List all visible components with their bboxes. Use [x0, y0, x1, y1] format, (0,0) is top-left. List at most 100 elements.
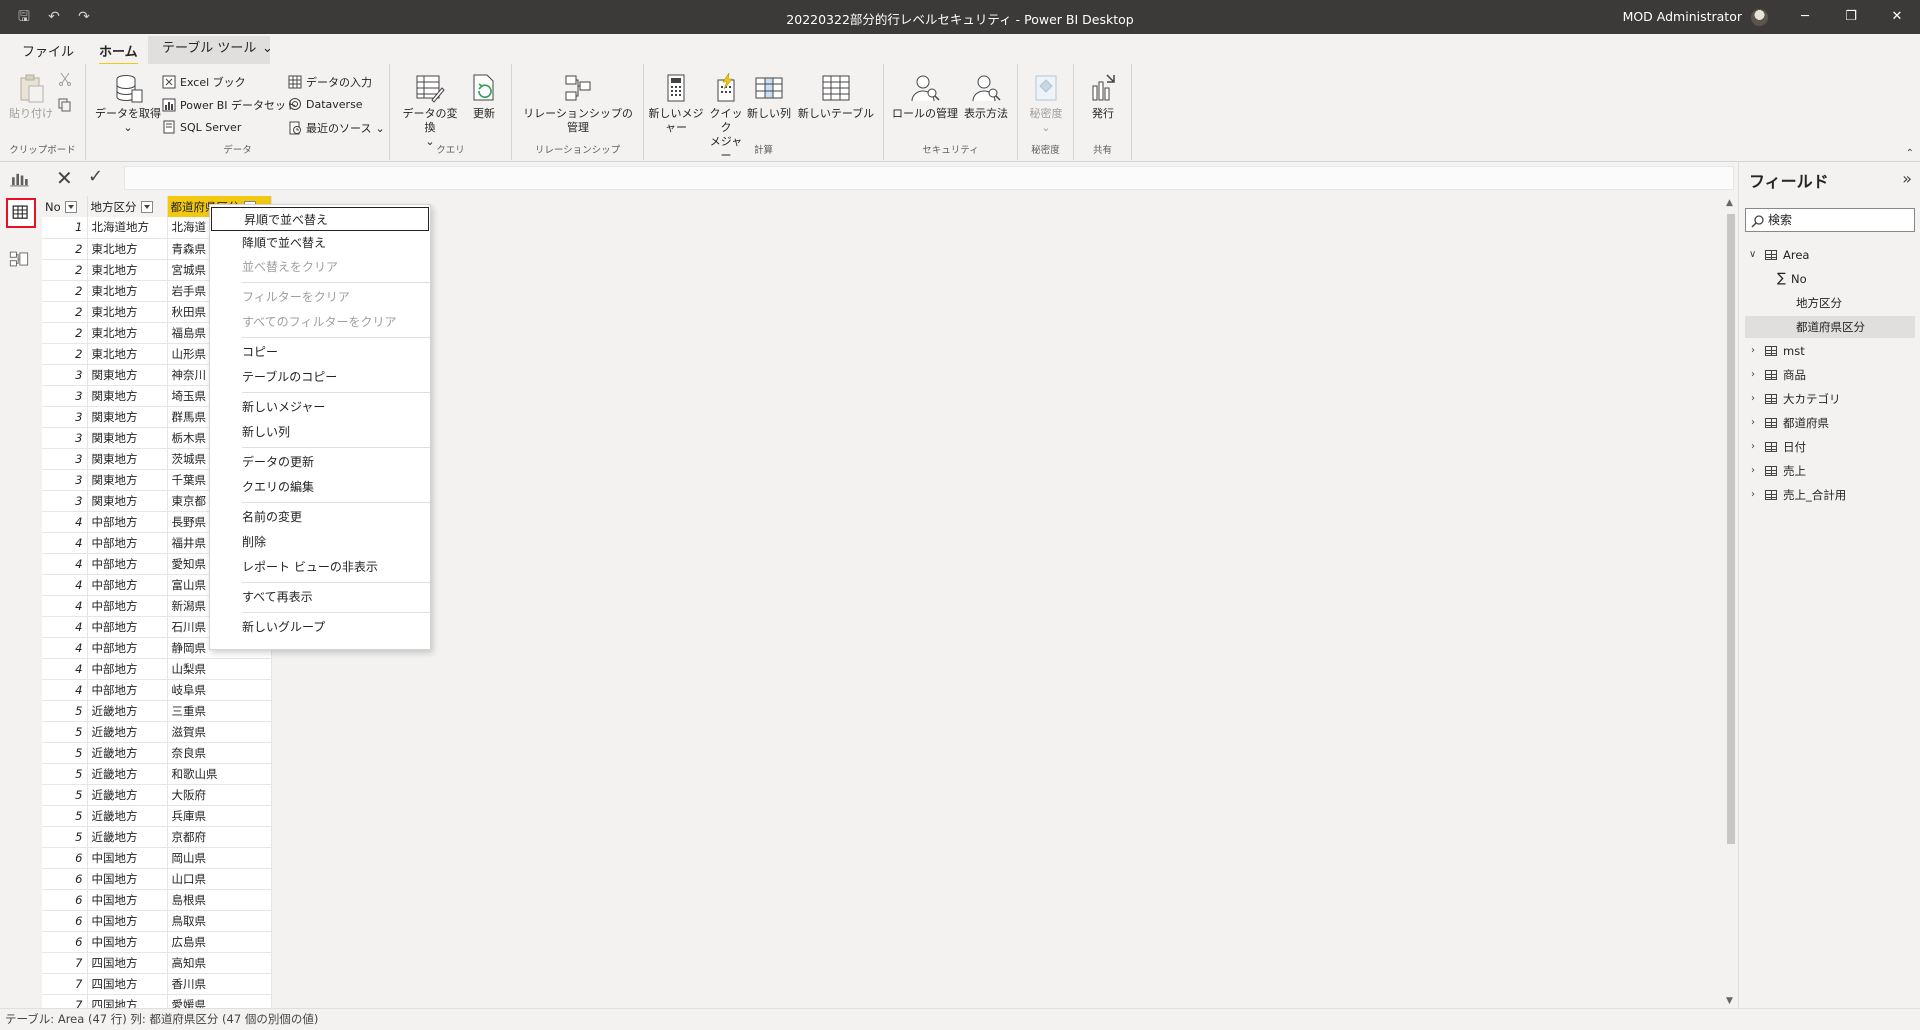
menu-item-refresh-data[interactable]: データの更新	[210, 450, 430, 474]
copy-icon[interactable]	[58, 98, 72, 112]
chevron-right-icon[interactable]: ›	[1751, 484, 1755, 506]
cell-region[interactable]: 中部地方	[87, 637, 168, 659]
chevron-right-icon[interactable]: ›	[1751, 340, 1755, 362]
field-table-item[interactable]: › 売上	[1739, 460, 1919, 482]
cell-no[interactable]: 4	[42, 574, 88, 596]
cell-no[interactable]: 2	[42, 343, 88, 365]
chevron-down-icon[interactable]: ∨	[1749, 244, 1756, 266]
table-row[interactable]: 4 中部地方 山梨県	[42, 658, 272, 680]
cell-no[interactable]: 5	[42, 763, 88, 785]
cell-no[interactable]: 5	[42, 742, 88, 764]
user-name[interactable]: MOD Administrator	[1623, 9, 1742, 24]
menu-item-edit-query[interactable]: クエリの編集	[210, 475, 430, 499]
field-no[interactable]: ∑ No	[1739, 268, 1919, 290]
cancel-formula-icon[interactable]: ✕	[56, 166, 73, 190]
menu-item-delete[interactable]: 削除	[210, 530, 430, 554]
paste-button[interactable]: 貼り付け	[8, 72, 54, 121]
cell-prefecture[interactable]: 鳥取県	[167, 910, 272, 932]
cell-region[interactable]: 中部地方	[87, 511, 168, 533]
field-table-area[interactable]: ∨ Area	[1739, 244, 1919, 266]
excel-workbook-button[interactable]: Excel ブック	[162, 74, 246, 90]
cell-no[interactable]: 6	[42, 910, 88, 932]
cell-region[interactable]: 関東地方	[87, 406, 168, 428]
cell-region[interactable]: 東北地方	[87, 322, 168, 344]
transform-data-button[interactable]: データの変換 ⌄	[398, 72, 462, 149]
tab-home[interactable]: ホーム	[99, 41, 138, 65]
table-row[interactable]: 6 中国地方 鳥取県	[42, 910, 272, 932]
filter-dropdown-icon[interactable]	[140, 201, 153, 213]
menu-item-clear-all-filters[interactable]: すべてのフィルターをクリア	[210, 310, 430, 334]
cell-no[interactable]: 1	[42, 217, 88, 239]
cell-region[interactable]: 関東地方	[87, 490, 168, 512]
cell-no[interactable]: 5	[42, 784, 88, 806]
cell-region[interactable]: 東北地方	[87, 343, 168, 365]
data-view-button[interactable]	[6, 198, 36, 228]
table-row[interactable]: 5 近畿地方 和歌山県	[42, 763, 272, 785]
cell-prefecture[interactable]: 高知県	[167, 952, 272, 974]
cell-prefecture[interactable]: 香川県	[167, 973, 272, 995]
cell-region[interactable]: 四国地方	[87, 973, 168, 995]
cell-prefecture[interactable]: 三重県	[167, 700, 272, 722]
cell-region[interactable]: 近畿地方	[87, 805, 168, 827]
cell-no[interactable]: 5	[42, 721, 88, 743]
get-data-button[interactable]: データを取得 ⌄	[94, 72, 162, 135]
cell-region[interactable]: 中国地方	[87, 910, 168, 932]
menu-item-rename[interactable]: 名前の変更	[210, 505, 430, 529]
table-row[interactable]: 6 中国地方 岡山県	[42, 847, 272, 869]
cell-region[interactable]: 四国地方	[87, 952, 168, 974]
enter-data-button[interactable]: データの入力	[288, 74, 372, 90]
cell-region[interactable]: 中部地方	[87, 532, 168, 554]
cell-no[interactable]: 5	[42, 805, 88, 827]
report-view-button[interactable]	[6, 166, 36, 196]
close-button[interactable]: ✕	[1874, 0, 1920, 34]
cell-region[interactable]: 近畿地方	[87, 742, 168, 764]
table-row[interactable]: 6 中国地方 島根県	[42, 889, 272, 911]
cell-region[interactable]: 近畿地方	[87, 826, 168, 848]
cell-no[interactable]: 4	[42, 616, 88, 638]
cell-no[interactable]: 3	[42, 427, 88, 449]
cell-no[interactable]: 6	[42, 889, 88, 911]
chevron-right-icon[interactable]: ›	[1751, 388, 1755, 410]
cell-region[interactable]: 中部地方	[87, 679, 168, 701]
cell-prefecture[interactable]: 島根県	[167, 889, 272, 911]
chevron-right-icon[interactable]: ›	[1751, 412, 1755, 434]
commit-formula-icon[interactable]: ✓	[88, 166, 103, 187]
field-prefecture[interactable]: 都道府県区分	[1745, 316, 1915, 338]
new-table-button[interactable]: 新しいテーブル	[794, 72, 878, 121]
menu-item-hide-in-report-view[interactable]: レポート ビューの非表示	[210, 555, 430, 579]
menu-item-copy[interactable]: コピー	[210, 340, 430, 364]
collapse-pane-icon[interactable]: »	[1902, 169, 1912, 188]
cell-region[interactable]: 北海道地方	[87, 217, 168, 239]
collapse-ribbon-icon[interactable]: ⌃	[1906, 148, 1914, 159]
cell-prefecture[interactable]: 兵庫県	[167, 805, 272, 827]
cell-region[interactable]: 東北地方	[87, 238, 168, 260]
cell-no[interactable]: 2	[42, 280, 88, 302]
filter-dropdown-icon[interactable]	[64, 201, 77, 213]
menu-item-copy-table[interactable]: テーブルのコピー	[210, 365, 430, 389]
table-row[interactable]: 4 中部地方 岐阜県	[42, 679, 272, 701]
table-row[interactable]: 5 近畿地方 大阪府	[42, 784, 272, 806]
model-view-button[interactable]	[6, 246, 36, 276]
cell-prefecture[interactable]: 奈良県	[167, 742, 272, 764]
field-table-item[interactable]: › mst	[1739, 340, 1919, 362]
cell-prefecture[interactable]: 広島県	[167, 931, 272, 953]
table-row[interactable]: 7 四国地方 香川県	[42, 973, 272, 995]
table-row[interactable]: 5 近畿地方 奈良県	[42, 742, 272, 764]
scroll-up-icon[interactable]: ▲	[1726, 198, 1733, 208]
cell-no[interactable]: 3	[42, 448, 88, 470]
cell-no[interactable]: 4	[42, 553, 88, 575]
manage-relationships-button[interactable]: リレーションシップの管理	[520, 72, 636, 135]
cell-no[interactable]: 2	[42, 301, 88, 323]
restore-button[interactable]: ❐	[1828, 0, 1874, 34]
formula-input[interactable]	[124, 166, 1734, 190]
table-row[interactable]: 7 四国地方 高知県	[42, 952, 272, 974]
cell-region[interactable]: 中国地方	[87, 889, 168, 911]
cell-no[interactable]: 2	[42, 259, 88, 281]
cell-region[interactable]: 関東地方	[87, 448, 168, 470]
refresh-button[interactable]: 更新	[466, 72, 502, 121]
cell-region[interactable]: 関東地方	[87, 427, 168, 449]
cell-no[interactable]: 3	[42, 490, 88, 512]
cell-no[interactable]: 7	[42, 952, 88, 974]
cell-prefecture[interactable]: 滋賀県	[167, 721, 272, 743]
cell-no[interactable]: 4	[42, 658, 88, 680]
